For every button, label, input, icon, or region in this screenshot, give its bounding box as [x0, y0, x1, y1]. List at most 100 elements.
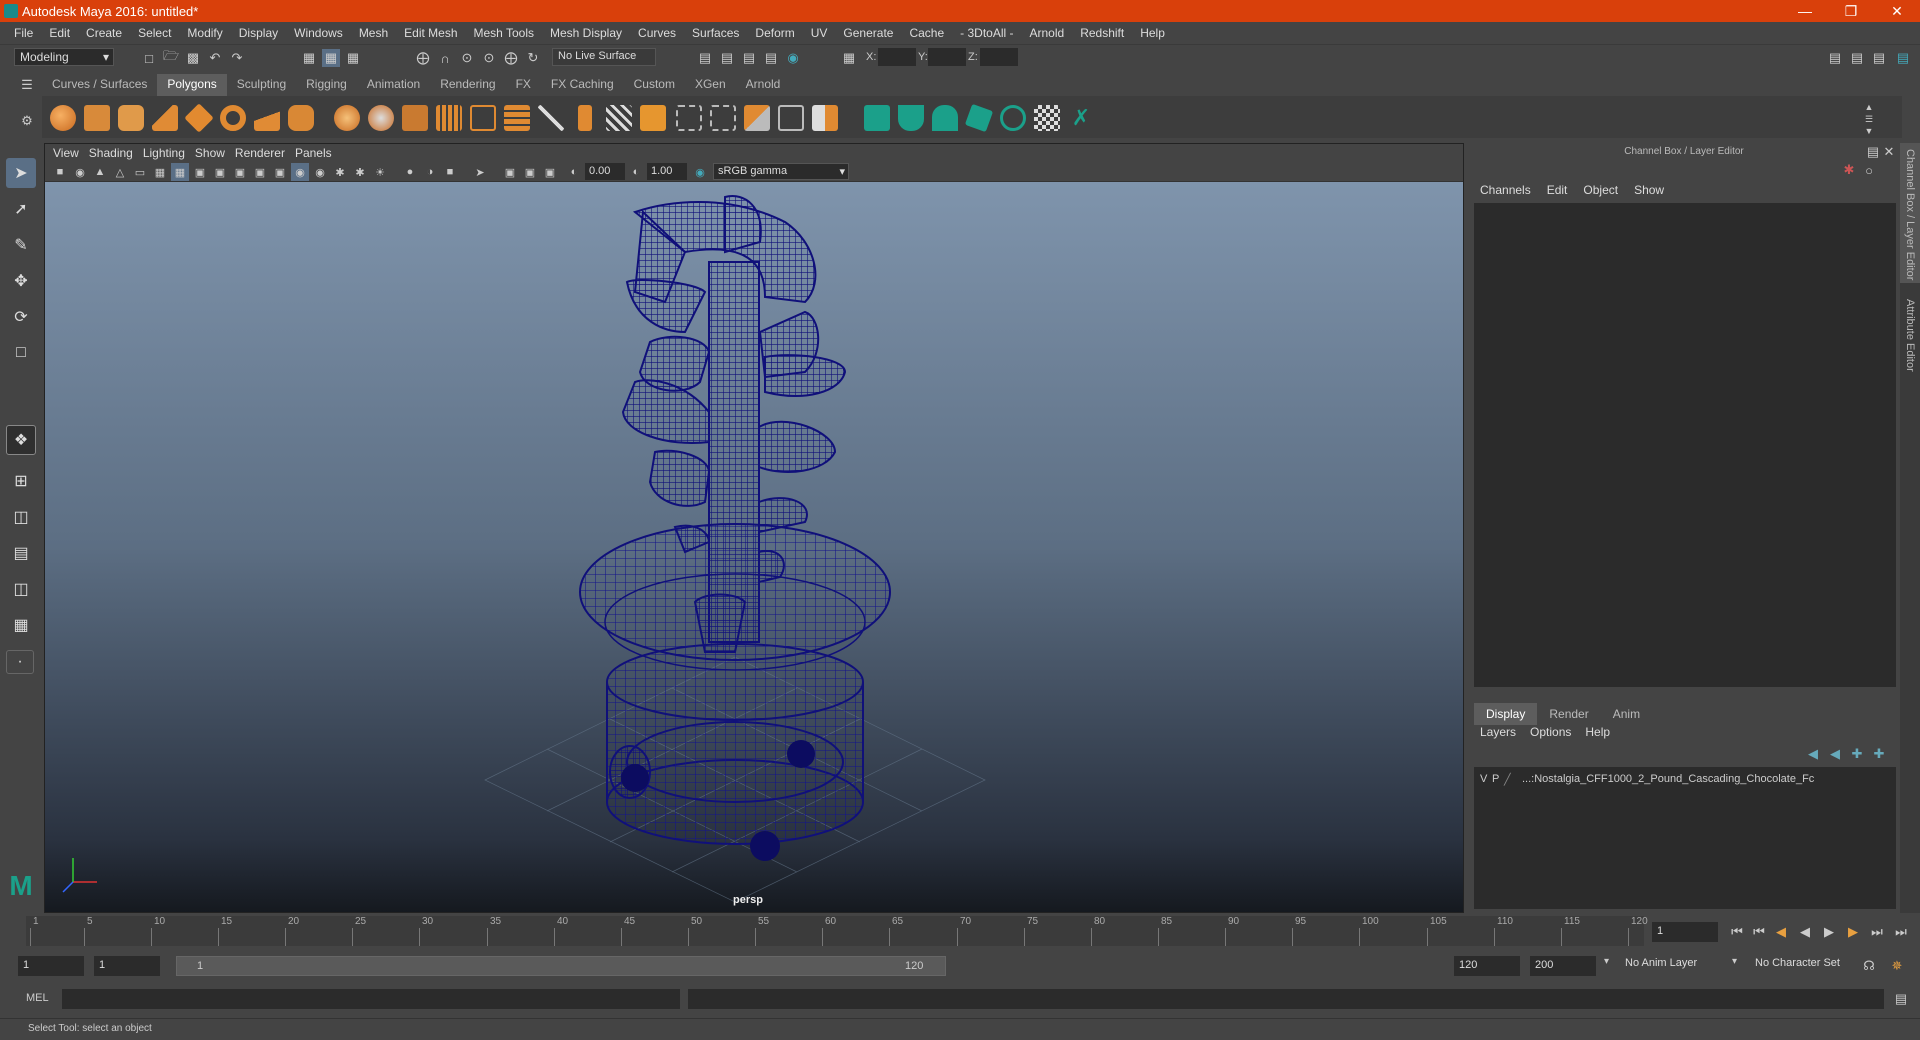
layer-tab-render[interactable]: Render — [1537, 703, 1600, 725]
start-time-field[interactable]: 1 — [18, 956, 84, 976]
render-view-icon[interactable]: ▤ — [696, 49, 714, 67]
menu-edit-mesh[interactable]: Edit Mesh — [396, 26, 465, 40]
paint-select-tool-icon[interactable]: ✎ — [6, 230, 36, 260]
channel-box-menu-edit[interactable]: Edit — [1547, 183, 1568, 197]
layer-tab-anim[interactable]: Anim — [1601, 703, 1652, 725]
snap-curve-icon[interactable]: ∩ — [436, 49, 454, 67]
time-slider-bar[interactable]: 1 5 10 15 20 25 30 35 40 45 50 55 60 65 70 75 80 85 90 95 10… — [26, 916, 1648, 946]
average-icon[interactable] — [504, 105, 530, 131]
wireframe-icon[interactable]: ▦ — [171, 163, 189, 181]
shelf-tab-xgen[interactable]: XGen — [685, 74, 736, 96]
image-plane-icon[interactable]: △ — [111, 163, 129, 181]
new-scene-icon[interactable]: □ — [140, 49, 158, 67]
depth-of-field-icon[interactable]: ■ — [441, 163, 459, 181]
modeling-toolkit-icon[interactable]: ▤ — [1826, 49, 1844, 67]
command-input[interactable] — [62, 989, 680, 1009]
menu-mesh-display[interactable]: Mesh Display — [542, 26, 630, 40]
side-tab-attribute-editor[interactable]: Attribute Editor — [1900, 293, 1920, 393]
exposure-field[interactable]: 0.00 — [585, 163, 625, 180]
character-set-dropdown[interactable]: No Character Set — [1750, 956, 1868, 976]
menu-file[interactable]: File — [6, 26, 41, 40]
move-layer-down-icon[interactable]: ◀ — [1826, 745, 1844, 763]
uv-editor-icon[interactable]: ✗ — [1068, 105, 1094, 131]
attribute-editor-toggle-icon[interactable]: ▤ — [1848, 49, 1866, 67]
shadows-icon[interactable]: ▣ — [271, 163, 289, 181]
bookmark-icon[interactable]: ▲ — [91, 163, 109, 181]
y-field[interactable] — [928, 48, 966, 66]
range-slider-bar[interactable]: 1 120 — [176, 956, 946, 976]
anim-preferences-icon[interactable]: ✵ — [1888, 957, 1906, 975]
shelf-tab-curves-surfaces[interactable]: Curves / Surfaces — [42, 74, 157, 96]
layout-options-icon[interactable]: · — [6, 650, 34, 674]
viewport-menu-panels[interactable]: Panels — [295, 146, 342, 160]
viewport-menu-shading[interactable]: Shading — [89, 146, 143, 160]
channel-box-menu-channels[interactable]: Channels — [1480, 183, 1531, 197]
new-layer-selected-icon[interactable]: ✚ — [1870, 745, 1888, 763]
camera-select-icon[interactable]: ■ — [51, 163, 69, 181]
poly-pipe-icon[interactable] — [288, 105, 314, 131]
persp-graph-layout-icon[interactable]: ▤ — [6, 538, 36, 568]
menu-help[interactable]: Help — [1132, 26, 1173, 40]
step-forward-frame-icon[interactable]: ▶ — [1844, 923, 1862, 941]
lasso-tool-icon[interactable]: ➚ — [6, 194, 36, 224]
end-time-field[interactable]: 200 — [1530, 956, 1596, 976]
textured-icon[interactable]: ▣ — [231, 163, 249, 181]
save-scene-icon[interactable]: ▩ — [184, 49, 202, 67]
merge-icon[interactable] — [778, 105, 804, 131]
grid-toggle-icon[interactable]: ▦ — [151, 163, 169, 181]
four-view-layout-icon[interactable]: ⊞ — [6, 466, 36, 496]
playback-start-field[interactable]: 1 — [94, 956, 160, 976]
shelf-tab-polygons[interactable]: Polygons — [157, 74, 227, 96]
step-back-frame-icon[interactable]: ◀ — [1772, 923, 1790, 941]
speed-icon[interactable]: ○ — [1860, 161, 1878, 179]
snap-surface-icon[interactable]: ⨁ — [502, 49, 520, 67]
snap-view-icon[interactable]: ⊙ — [480, 49, 498, 67]
viewport-menu-renderer[interactable]: Renderer — [235, 146, 295, 160]
shelf-tab-fx[interactable]: FX — [506, 74, 541, 96]
bevel-icon[interactable] — [640, 105, 666, 131]
auto-key-icon[interactable]: ☊ — [1860, 957, 1878, 975]
move-layer-up-icon[interactable]: ◀ — [1804, 745, 1822, 763]
extrude-icon[interactable] — [578, 105, 592, 131]
side-tab-channel-box[interactable]: Channel Box / Layer Editor — [1900, 143, 1920, 283]
new-empty-layer-icon[interactable]: ✚ — [1848, 745, 1866, 763]
scale-tool-icon[interactable]: □ — [6, 338, 36, 368]
go-to-end-icon[interactable]: ⏭ — [1892, 923, 1910, 941]
menu-create[interactable]: Create — [78, 26, 130, 40]
isolate-select-icon[interactable]: ◉ — [291, 163, 309, 181]
append-icon[interactable] — [744, 105, 770, 131]
wireframe-on-shaded-icon[interactable]: ▣ — [211, 163, 229, 181]
menu-cache[interactable]: Cache — [901, 26, 952, 40]
menu-curves[interactable]: Curves — [630, 26, 684, 40]
single-perspective-layout-icon[interactable]: ❖ — [6, 425, 36, 455]
close-button[interactable]: ✕ — [1874, 0, 1920, 22]
menu-generate[interactable]: Generate — [835, 26, 901, 40]
poly-cylinder-icon[interactable] — [118, 105, 144, 131]
anim-layer-dropdown[interactable]: No Anim Layer — [1620, 956, 1738, 976]
layer-row[interactable]: V P ╱ ...:Nostalgia_CFF1000_2_Pound_Casc… — [1474, 771, 1896, 789]
xray-icon[interactable]: ◉ — [311, 163, 329, 181]
undo-icon[interactable]: ↶ — [206, 49, 224, 67]
minimize-button[interactable]: — — [1782, 0, 1828, 22]
color-management-icon[interactable]: ◉ — [691, 163, 709, 181]
boolean-icon[interactable] — [470, 105, 496, 131]
menu-arnold[interactable]: Arnold — [1022, 26, 1073, 40]
render-settings-icon[interactable]: ▤ — [762, 49, 780, 67]
menu-uv[interactable]: UV — [803, 26, 836, 40]
uv-unfold-icon[interactable] — [1000, 105, 1026, 131]
layer-type-icon[interactable]: ╱ — [1504, 773, 1511, 786]
restore-button[interactable]: ❐ — [1828, 0, 1874, 22]
menu-windows[interactable]: Windows — [286, 26, 351, 40]
collapse-icon[interactable] — [812, 105, 838, 131]
bridge-icon[interactable] — [606, 105, 632, 131]
current-frame-field[interactable]: 1 — [1652, 922, 1718, 942]
poly-plane-icon[interactable] — [184, 103, 214, 133]
bounding-box-icon[interactable] — [676, 105, 702, 131]
render-frame-icon[interactable]: ▤ — [718, 49, 736, 67]
select-tool-icon[interactable]: ➤ — [6, 158, 36, 188]
shelf-tab-sculpting[interactable]: Sculpting — [227, 74, 296, 96]
layer-tab-display[interactable]: Display — [1474, 703, 1538, 725]
menu-modify[interactable]: Modify — [179, 26, 230, 40]
menu-display[interactable]: Display — [231, 26, 286, 40]
go-to-start-icon[interactable]: ⏮ — [1728, 923, 1746, 941]
